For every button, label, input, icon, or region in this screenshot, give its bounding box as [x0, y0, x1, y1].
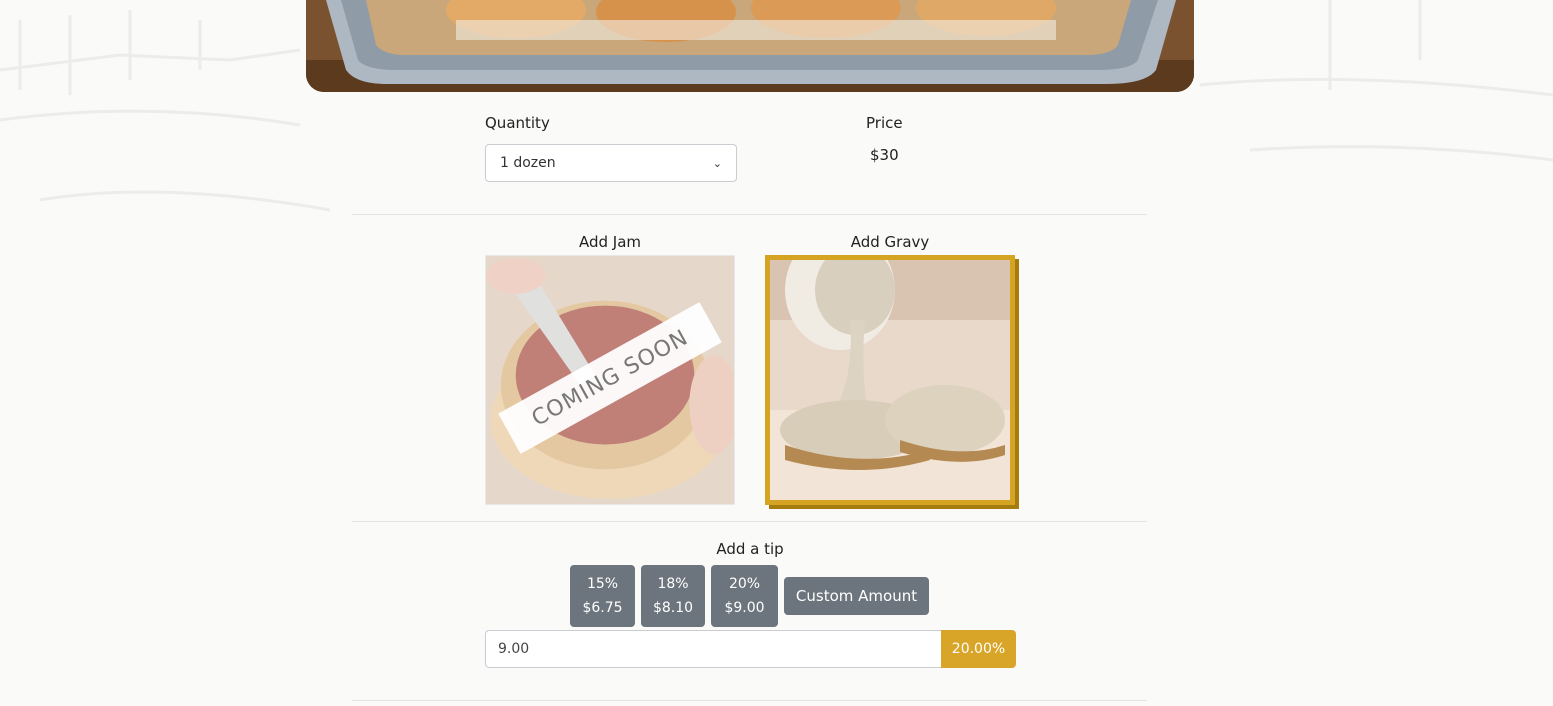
add-gravy-option[interactable]	[765, 255, 1015, 505]
add-jam-option[interactable]	[485, 255, 735, 505]
tip-amount: $9.00	[724, 600, 765, 616]
tip-percent: 15%	[586, 576, 619, 592]
add-jam-title: Add Jam	[578, 233, 642, 251]
tip-amount: $6.75	[582, 600, 623, 616]
quantity-label: Quantity	[485, 114, 550, 132]
divider	[352, 214, 1147, 215]
tip-percent-badge: 20.00%	[941, 630, 1016, 668]
add-gravy-title: Add Gravy	[850, 233, 930, 251]
tip-amount-input[interactable]	[485, 630, 942, 668]
tip-15-button[interactable]: 15% $6.75	[570, 565, 635, 627]
tip-amount: $8.10	[652, 600, 694, 616]
divider	[352, 700, 1147, 701]
gravy-biscuit-image	[770, 260, 1010, 500]
price-label: Price	[866, 114, 903, 132]
custom-amount-button[interactable]: Custom Amount	[784, 577, 929, 615]
price-value: $30	[870, 146, 899, 164]
quantity-selected-value: 1 dozen	[500, 155, 556, 171]
tip-18-button[interactable]: 18% $8.10	[641, 565, 705, 627]
jam-biscuit-image	[486, 256, 734, 504]
tip-title: Add a tip	[716, 540, 784, 558]
quantity-select[interactable]: 1 dozen ⌄	[485, 144, 737, 182]
divider	[352, 521, 1147, 522]
tip-20-button[interactable]: 20% $9.00	[711, 565, 778, 627]
tip-percent: 18%	[657, 576, 689, 592]
tip-percent: 20%	[728, 576, 761, 592]
product-hero-image	[306, 0, 1194, 92]
chevron-down-icon: ⌄	[712, 156, 722, 170]
